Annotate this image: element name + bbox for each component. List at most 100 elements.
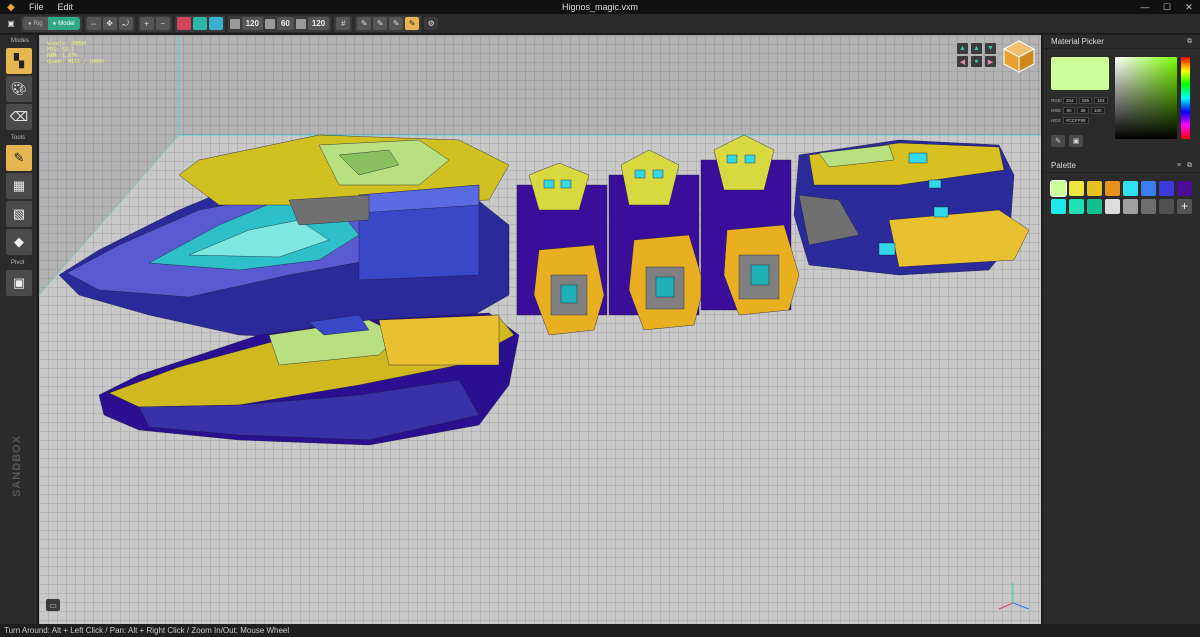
palette-swatch[interactable]: [1051, 199, 1066, 214]
mode-paint-button[interactable]: 🎨︎: [6, 76, 32, 102]
hue-slider[interactable]: [1181, 57, 1190, 139]
hex-field[interactable]: #CCFF99: [1063, 117, 1089, 124]
palette-swatch[interactable]: [1105, 181, 1120, 196]
palette-swatch[interactable]: [1087, 181, 1102, 196]
hsb-h-field[interactable]: 90: [1063, 107, 1075, 114]
palette-swatch[interactable]: [1177, 181, 1192, 196]
pivot-button[interactable]: ▣: [6, 270, 32, 296]
nav-center-icon[interactable]: ●: [971, 56, 982, 67]
eyedropper-icon[interactable]: ✎: [1051, 135, 1065, 147]
rig-model-toggle[interactable]: ● Rig ● Model: [23, 17, 80, 30]
model-option[interactable]: ● Model: [47, 17, 80, 30]
saturation-value-box[interactable]: [1115, 57, 1177, 139]
size-y-field[interactable]: 60: [276, 17, 294, 30]
color-red-icon[interactable]: [176, 17, 191, 30]
palette-swatch[interactable]: [1159, 199, 1174, 214]
bulb-alt-icon[interactable]: ✎: [373, 17, 388, 30]
bulb-icon[interactable]: ✎: [357, 17, 372, 30]
palette-swatch[interactable]: [1123, 199, 1138, 214]
rig-option[interactable]: ● Rig: [23, 17, 48, 30]
mode-voxel-button[interactable]: ▚: [6, 48, 32, 74]
settings-icon[interactable]: ⚙: [424, 17, 439, 30]
hex-label: HEX:: [1051, 118, 1062, 123]
nav-right-icon[interactable]: ▶: [985, 56, 996, 67]
grid-group: #: [334, 15, 353, 32]
fill-tool-button[interactable]: ◆: [6, 229, 32, 255]
rgb-g-field[interactable]: 255: [1078, 97, 1093, 104]
size-z-field[interactable]: 120: [307, 17, 330, 30]
pod-2: [608, 149, 705, 331]
menu-icon[interactable]: ≡: [1177, 162, 1181, 170]
camera-nav-arrows: ▲ ▲ ▼ ◀ ● ▶: [957, 43, 997, 67]
palette-detach-icon[interactable]: ⧉: [1187, 162, 1192, 170]
rotate-icon[interactable]: ⤾: [118, 17, 133, 30]
title-bar: ◆ File Edit Hignos_magic.vxm — ☐ ✕: [0, 0, 1200, 14]
face-tool-button[interactable]: ▧: [6, 201, 32, 227]
hex-row: HEX: #CCFF99: [1051, 117, 1089, 124]
flip-icon[interactable]: ⇔: [86, 17, 101, 30]
bulb-active-icon[interactable]: ✎: [405, 17, 420, 30]
pivot-label: Pivot: [11, 260, 25, 266]
hsb-s-field[interactable]: 39: [1077, 107, 1089, 114]
current-color-swatch: [1051, 57, 1109, 90]
menu-edit[interactable]: Edit: [51, 2, 81, 12]
size-group: 120 60 120: [227, 15, 332, 32]
stats-overlay: Voxels: 20084 FPS: 52.1 RAM: 1.67% Quads…: [47, 41, 104, 65]
bulb-off-icon[interactable]: ✎: [389, 17, 404, 30]
palette-swatch[interactable]: [1050, 180, 1067, 197]
detach-icon[interactable]: ⧉: [1187, 38, 1192, 46]
nav-up-right-icon[interactable]: ▼: [985, 43, 996, 54]
palette-swatch[interactable]: [1159, 181, 1174, 196]
palette-swatch[interactable]: [1141, 181, 1156, 196]
color-cyan-icon[interactable]: [208, 17, 223, 30]
right-panel: Material Picker ⧉ RGB: 204 255 153 HSB: …: [1042, 35, 1200, 624]
menu-file[interactable]: File: [22, 2, 51, 12]
minimize-button[interactable]: —: [1134, 0, 1156, 14]
transform-group: ⇔ ✥ ⤾: [84, 15, 135, 32]
voxel-model-pods: [516, 134, 800, 336]
hsb-b-field[interactable]: 100: [1091, 107, 1105, 114]
box-tool-button[interactable]: ▦: [6, 173, 32, 199]
color-mode-group: [174, 15, 225, 32]
camera-button[interactable]: ▭: [46, 599, 60, 611]
3d-viewport[interactable]: Voxels: 20084 FPS: 52.1 RAM: 1.67% Quads…: [39, 35, 1041, 624]
save-icon[interactable]: ▣: [4, 17, 18, 30]
tools-label: Tools: [11, 135, 26, 141]
status-bar: Turn Around: Alt + Left Click / Pan: Alt…: [0, 624, 1200, 637]
stat-quads: Quads: 8111 / 10000: [47, 59, 105, 65]
sandbox-logo: SANDBOX: [11, 435, 23, 498]
palette-swatch[interactable]: [1087, 199, 1102, 214]
palette-swatch[interactable]: [1123, 181, 1138, 196]
add-color-button[interactable]: +: [1177, 199, 1192, 214]
app-logo-icon: ◆: [7, 1, 15, 13]
nav-left-icon[interactable]: ◀: [957, 56, 968, 67]
material-picker-title: Material Picker: [1051, 37, 1104, 46]
add-part-icon[interactable]: +: [139, 17, 154, 30]
nav-up-icon[interactable]: ▲: [971, 43, 982, 54]
palette-swatch[interactable]: [1105, 199, 1120, 214]
save-color-icon[interactable]: ▣: [1069, 135, 1083, 147]
size-x-field[interactable]: 120: [241, 17, 263, 30]
mode-erase-button[interactable]: ⌫: [6, 104, 32, 130]
maximize-button[interactable]: ☐: [1156, 0, 1178, 14]
rgb-b-field[interactable]: 153: [1094, 97, 1108, 104]
view-group: + −: [137, 15, 172, 32]
remove-part-icon[interactable]: −: [155, 17, 170, 30]
close-button[interactable]: ✕: [1178, 0, 1200, 14]
material-picker: RGB: 204 255 153 HSB: 90 39 100 HEX: #CC…: [1043, 49, 1200, 149]
rgb-r-field[interactable]: 204: [1063, 97, 1077, 104]
nav-up-left-icon[interactable]: ▲: [957, 43, 968, 54]
mode-toggle-group: ● Rig ● Model: [21, 15, 82, 32]
palette-swatch[interactable]: [1141, 199, 1156, 214]
pod-1: [516, 162, 608, 336]
palette-swatch[interactable]: [1069, 199, 1084, 214]
move-icon[interactable]: ✥: [102, 17, 117, 30]
pencil-tool-button[interactable]: ✎: [6, 145, 32, 171]
color-teal-icon[interactable]: [192, 17, 207, 30]
grid-icon[interactable]: #: [336, 17, 351, 30]
rig-label: Rig: [33, 20, 43, 27]
material-picker-header: Material Picker ⧉: [1043, 35, 1200, 49]
palette-swatch[interactable]: [1069, 181, 1084, 196]
model-label: Model: [58, 20, 75, 27]
document-title: Hignos_magic.vxm: [561, 2, 639, 12]
